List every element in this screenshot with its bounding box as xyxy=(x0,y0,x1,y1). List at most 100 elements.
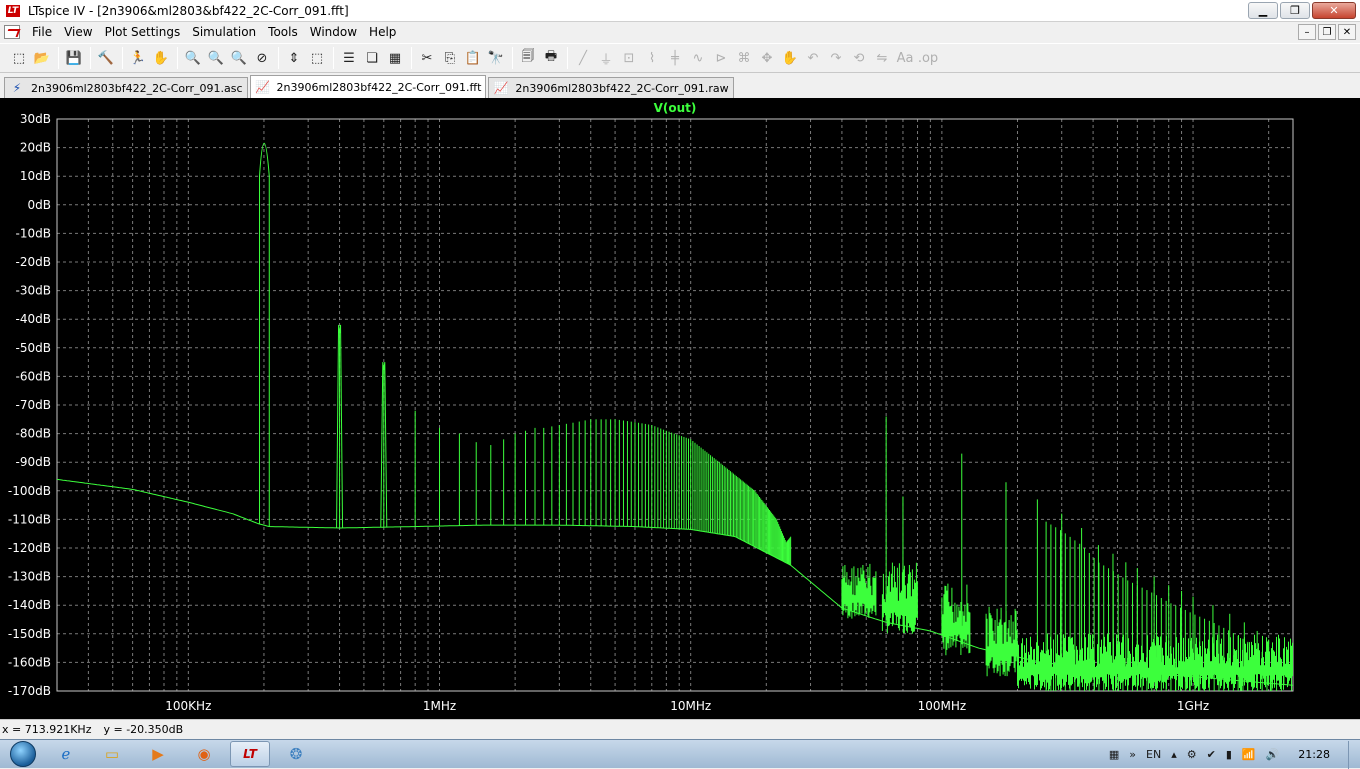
zoom-out-icon[interactable]: 🔍 xyxy=(228,47,250,69)
document-close-button[interactable]: ✕ xyxy=(1338,24,1356,40)
y-tick-label: -60dB xyxy=(16,369,51,383)
run-icon[interactable]: 🏃 xyxy=(127,47,149,69)
x-tick-label: 100KHz xyxy=(165,699,211,713)
cut-icon[interactable]: ✂ xyxy=(416,47,438,69)
inductor-icon[interactable]: ∿ xyxy=(687,47,709,69)
maximize-button[interactable]: ❐ xyxy=(1280,2,1310,19)
toolbar-separator xyxy=(58,47,59,69)
menu-simulation[interactable]: Simulation xyxy=(186,25,262,39)
y-tick-label: -100dB xyxy=(8,484,51,498)
ltspice-logo-icon: LT xyxy=(6,4,20,17)
tray-icon[interactable]: ▦ xyxy=(1109,748,1119,761)
label-icon[interactable]: ⊡ xyxy=(618,47,640,69)
tab-label: 2n3906ml2803bf422_2C-Corr_091.fft xyxy=(276,80,482,94)
text-icon[interactable]: Aa xyxy=(894,47,916,69)
control-panel-icon[interactable]: 🔨 xyxy=(95,47,117,69)
fft-chart[interactable]: 30dB 20dB 10dB 0dB -10dB -20dB -30dB -40dB -50dB… xyxy=(0,98,1360,719)
spice-directive-icon[interactable]: .op xyxy=(917,47,939,69)
print-preview-icon[interactable]: 🗐 xyxy=(517,47,539,69)
clock[interactable]: 21:28 xyxy=(1298,748,1330,761)
diode-icon[interactable]: ⊳ xyxy=(710,47,732,69)
y-tick-label: -80dB xyxy=(16,427,51,441)
x-tick-label: 10MHz xyxy=(670,699,711,713)
mirror-icon[interactable]: ⇋ xyxy=(871,47,893,69)
wire-icon[interactable]: ╱ xyxy=(572,47,594,69)
capacitor-icon[interactable]: ╪ xyxy=(664,47,686,69)
new-schematic-icon[interactable]: ⬚ xyxy=(8,47,30,69)
y-tick-label: -150dB xyxy=(8,627,51,641)
zoom-cancel-icon[interactable]: ⊘ xyxy=(251,47,273,69)
toolbar: ⬚ 📂 💾 🔨 🏃 ✋ 🔍 🔍 🔍 ⊘ ⇕ ⬚ ☰ ❏ ▦ ✂ ⎘ 📋 🔭 🗐 🖶 ╱ ⏚ ⊡ ⌇ ╪ ∿ ⊳ ⌘ ✥ ✋ ↶ ↷ ⟲ ⇋ Aa .op xyxy=(0,43,1360,73)
zoom-back-icon[interactable]: 🔍 xyxy=(205,47,227,69)
language-indicator[interactable]: EN xyxy=(1146,748,1161,761)
system-tray: ▦ » EN ▴ ⚙ ✔ ▮ 📶 🔊 21:28 xyxy=(1104,740,1360,769)
drag-icon[interactable]: ✋ xyxy=(779,47,801,69)
redo-icon[interactable]: ↷ xyxy=(825,47,847,69)
waveform-plot[interactable]: 30dB 20dB 10dB 0dB -10dB -20dB -30dB -40dB -50dB… xyxy=(0,98,1360,719)
move-icon[interactable]: ✥ xyxy=(756,47,778,69)
media-player-icon[interactable]: ▶ xyxy=(138,741,178,767)
tray-icon[interactable]: ✔ xyxy=(1207,748,1216,761)
windows-logo-icon xyxy=(10,741,36,767)
paste-icon[interactable]: 📋 xyxy=(462,47,484,69)
tile-vertical-icon[interactable]: ▦ xyxy=(384,47,406,69)
explorer-icon[interactable]: ▭ xyxy=(92,741,132,767)
noise-burst xyxy=(1017,633,1293,691)
menu-view[interactable]: View xyxy=(58,25,98,39)
close-button[interactable]: ✕ xyxy=(1312,2,1356,19)
component-icon[interactable]: ⌘ xyxy=(733,47,755,69)
document-restore-button[interactable]: ❐ xyxy=(1318,24,1336,40)
toolbar-separator xyxy=(122,47,123,69)
tray-icon[interactable]: 📶 xyxy=(1242,748,1256,761)
y-tick-label: -20dB xyxy=(16,255,51,269)
document-menu-icon[interactable] xyxy=(4,25,20,39)
y-tick-label: -160dB xyxy=(8,655,51,669)
tab-0[interactable]: ⚡ 2n3906ml2803bf422_2C-Corr_091.asc xyxy=(4,77,248,98)
tray-icon[interactable]: ▮ xyxy=(1226,748,1232,761)
tray-icon[interactable]: ▴ xyxy=(1171,748,1177,761)
ltspice-icon[interactable]: LT xyxy=(230,741,270,767)
show-desktop-button[interactable] xyxy=(1348,740,1360,769)
ground-icon[interactable]: ⏚ xyxy=(595,47,617,69)
document-window-controls: – ❐ ✕ xyxy=(1298,24,1356,40)
halt-icon[interactable]: ✋ xyxy=(150,47,172,69)
zoom-area-icon[interactable]: ⬚ xyxy=(306,47,328,69)
y-tick-label: -90dB xyxy=(16,455,51,469)
y-tick-label: -170dB xyxy=(8,684,51,698)
toolbar-separator xyxy=(278,47,279,69)
tab-2[interactable]: 📈 2n3906ml2803bf422_2C-Corr_091.raw xyxy=(488,77,734,98)
cursor-y-readout: y = -20.350dB xyxy=(103,723,184,736)
tab-label: 2n3906ml2803bf422_2C-Corr_091.raw xyxy=(515,81,729,95)
start-button[interactable] xyxy=(6,740,40,768)
menu-window[interactable]: Window xyxy=(304,25,363,39)
document-minimize-button[interactable]: – xyxy=(1298,24,1316,40)
y-tick-label: -140dB xyxy=(8,598,51,612)
menu-file[interactable]: File xyxy=(26,25,58,39)
open-icon[interactable]: 📂 xyxy=(31,47,53,69)
ie-icon[interactable]: ℯ xyxy=(46,741,86,767)
tray-icon[interactable]: » xyxy=(1129,748,1136,761)
menu-plot-settings[interactable]: Plot Settings xyxy=(99,25,187,39)
status-bar: x = 713.921KHz y = -20.350dB xyxy=(0,719,1360,739)
autorange-icon[interactable]: ⇕ xyxy=(283,47,305,69)
menu-help[interactable]: Help xyxy=(363,25,402,39)
tile-horizontal-icon[interactable]: ☰ xyxy=(338,47,360,69)
print-icon[interactable]: 🖶 xyxy=(540,47,562,69)
resistor-icon[interactable]: ⌇ xyxy=(641,47,663,69)
save-icon[interactable]: 💾 xyxy=(63,47,85,69)
app-icon[interactable]: ❂ xyxy=(276,741,316,767)
copy-icon[interactable]: ⎘ xyxy=(439,47,461,69)
minimize-button[interactable]: ▁ xyxy=(1248,2,1278,19)
tray-icon[interactable]: 🔊 xyxy=(1266,748,1280,761)
undo-icon[interactable]: ↶ xyxy=(802,47,824,69)
toolbar-separator xyxy=(177,47,178,69)
rotate-icon[interactable]: ⟲ xyxy=(848,47,870,69)
zoom-in-icon[interactable]: 🔍 xyxy=(182,47,204,69)
tab-1[interactable]: 📈 2n3906ml2803bf422_2C-Corr_091.fft xyxy=(249,75,487,98)
cascade-icon[interactable]: ❏ xyxy=(361,47,383,69)
find-icon[interactable]: 🔭 xyxy=(485,47,507,69)
tray-icon[interactable]: ⚙ xyxy=(1187,748,1197,761)
menu-tools[interactable]: Tools xyxy=(262,25,304,39)
noise-burst xyxy=(985,606,1018,677)
firefox-icon[interactable]: ◉ xyxy=(184,741,224,767)
